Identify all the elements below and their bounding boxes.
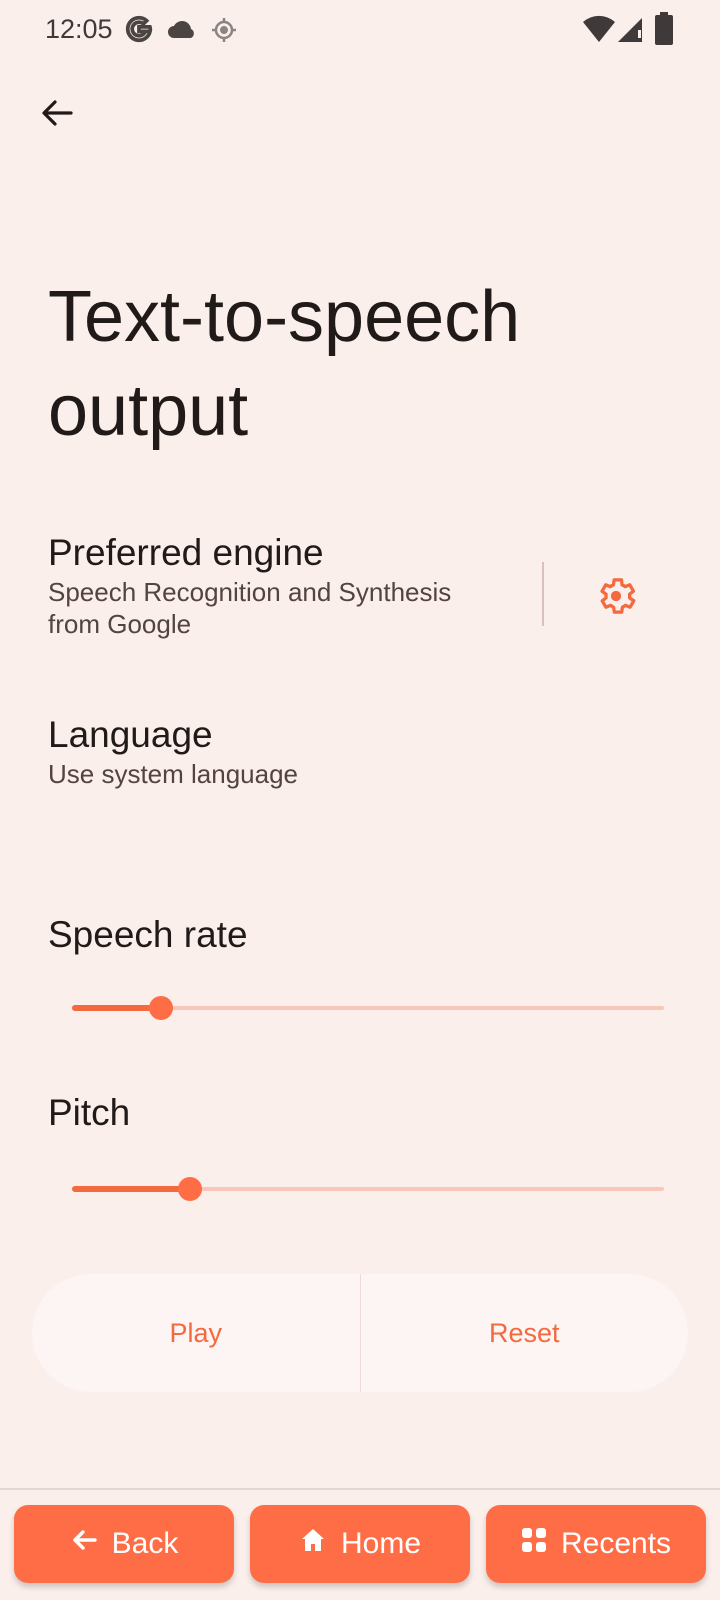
home-icon [299, 1526, 327, 1562]
preferred-engine-title: Preferred engine [48, 532, 324, 573]
nav-back-button[interactable]: Back [14, 1505, 234, 1583]
slider-fill [72, 1186, 191, 1192]
pitch-label: Pitch [48, 1092, 131, 1133]
speech-rate-slider[interactable] [72, 993, 664, 1023]
location-icon [210, 16, 238, 49]
recents-icon [521, 1527, 547, 1561]
navigation-bar: Back Home Recents [0, 1490, 720, 1600]
slider-thumb[interactable] [178, 1177, 203, 1201]
signal-icon [616, 14, 646, 49]
preferred-engine-text: Preferred engine Speech Recognition and … [48, 530, 508, 640]
slider-thumb[interactable] [148, 996, 173, 1020]
slider-fill [72, 1005, 161, 1011]
language-summary: Use system language [48, 759, 299, 789]
reset-button[interactable]: Reset [361, 1274, 689, 1392]
google-icon [124, 14, 154, 49]
language-row[interactable]: Language Use system language [48, 712, 668, 790]
nav-back-label: Back [111, 1527, 179, 1560]
nav-recents-label: Recents [560, 1527, 672, 1560]
cloud-icon [166, 16, 198, 47]
battery-icon [654, 12, 674, 51]
status-time: 12:05 [45, 14, 113, 44]
page-title: Text-to-speech output [48, 277, 521, 451]
speech-rate-label: Speech rate [48, 914, 248, 955]
preferred-engine-summary: Speech Recognition and Synthesis from Go… [48, 577, 452, 639]
back-arrow-button[interactable] [30, 88, 84, 142]
nav-home-label: Home [340, 1527, 422, 1560]
status-bar: 12:05 [0, 0, 720, 60]
screen: 12:05 Text-to-speech output Preferred en… [0, 0, 720, 1600]
arrow-left-icon [70, 1526, 98, 1562]
engine-divider [542, 562, 544, 626]
pitch-slider[interactable] [72, 1174, 664, 1204]
play-button[interactable]: Play [32, 1274, 360, 1392]
language-title: Language [48, 714, 213, 755]
wifi-icon [582, 14, 616, 49]
arrow-back-icon [39, 95, 75, 136]
nav-recents-button[interactable]: Recents [486, 1505, 706, 1583]
engine-settings-button[interactable] [590, 572, 642, 624]
gear-icon [594, 574, 638, 623]
play-reset-group: Play Reset [32, 1274, 688, 1392]
nav-home-button[interactable]: Home [250, 1505, 470, 1583]
